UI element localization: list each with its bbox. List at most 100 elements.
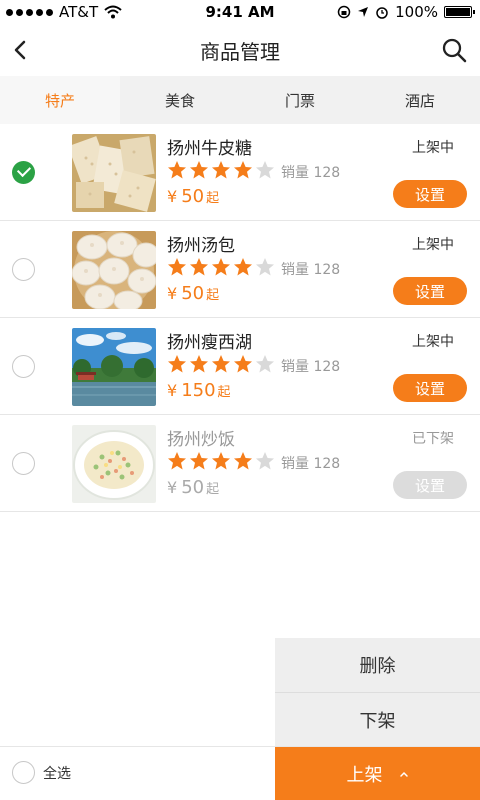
sales-label: 销量	[281, 262, 309, 278]
select-all-checkbox[interactable]	[12, 761, 35, 784]
price-amount: 150	[181, 380, 216, 401]
select-all-toggle[interactable]: 全选	[12, 761, 71, 784]
star-empty-icon	[256, 161, 274, 179]
sales-count: 销量 128	[281, 453, 340, 473]
product-row[interactable]: 扬州汤包 销量 128 ¥ 50 起 上架中 设置	[0, 221, 480, 318]
product-row[interactable]: 扬州炒饭 销量 128 ¥ 50 起 已下架 设置	[0, 415, 480, 512]
product-image	[72, 134, 156, 212]
chevron-left-icon[interactable]	[10, 34, 38, 66]
star-filled-icon	[234, 452, 252, 470]
star-filled-icon	[234, 258, 252, 276]
rating-stars	[167, 354, 275, 374]
price-suffix: 起	[206, 191, 220, 206]
tab-food[interactable]: 美食	[120, 76, 240, 124]
star-filled-icon	[212, 258, 230, 276]
product-image	[72, 328, 156, 406]
location-icon	[358, 7, 369, 17]
star-filled-icon	[168, 452, 186, 470]
price-amount: 50	[181, 186, 205, 207]
rotation-lock-icon	[337, 5, 351, 19]
product-name: 扬州炒饭	[167, 430, 235, 450]
row-checkbox[interactable]	[12, 161, 35, 184]
settings-button[interactable]: 设置	[393, 374, 467, 402]
product-name: 扬州瘦西湖	[167, 333, 252, 353]
product-image	[72, 425, 156, 503]
star-filled-icon	[234, 355, 252, 373]
star-filled-icon	[212, 355, 230, 373]
tab-tickets[interactable]: 门票	[240, 76, 360, 124]
star-filled-icon	[168, 161, 186, 179]
sales-value: 128	[313, 359, 341, 375]
product-price: ¥ 50 起	[167, 186, 219, 207]
alarm-icon	[376, 7, 388, 19]
shelf-status: 上架中	[412, 237, 454, 253]
product-price: ¥ 50 起	[167, 283, 219, 304]
price-suffix: 起	[206, 482, 220, 497]
star-filled-icon	[212, 452, 230, 470]
star-empty-icon	[256, 452, 274, 470]
select-all-label: 全选	[43, 765, 71, 782]
sales-label: 销量	[281, 456, 309, 472]
star-filled-icon	[190, 161, 208, 179]
currency-symbol: ¥	[167, 478, 178, 497]
sales-count: 销量 128	[281, 259, 340, 279]
product-name: 扬州汤包	[167, 236, 235, 256]
tab-hotel[interactable]: 酒店	[360, 76, 480, 124]
row-checkbox[interactable]	[12, 258, 35, 281]
currency-symbol: ¥	[167, 187, 178, 206]
sales-value: 128	[313, 165, 341, 181]
star-filled-icon	[190, 258, 208, 276]
bottom-bar: 全选 上架	[0, 746, 480, 800]
price-amount: 50	[181, 477, 205, 498]
star-filled-icon	[190, 452, 208, 470]
search-icon[interactable]	[440, 36, 468, 64]
price-suffix: 起	[206, 288, 220, 303]
product-price: ¥ 50 起	[167, 477, 219, 498]
currency-symbol: ¥	[167, 284, 178, 303]
product-name: 扬州牛皮糖	[167, 139, 252, 159]
price-amount: 50	[181, 283, 205, 304]
rating-stars	[167, 451, 275, 471]
chevron-up-icon	[399, 771, 408, 777]
star-empty-icon	[256, 258, 274, 276]
delete-button[interactable]: 删除	[275, 638, 480, 692]
shelf-status: 上架中	[412, 140, 454, 156]
settings-button[interactable]: 设置	[393, 180, 467, 208]
sales-label: 销量	[281, 165, 309, 181]
sales-value: 128	[313, 456, 341, 472]
product-image	[72, 231, 156, 309]
tab-specialty[interactable]: 特产	[0, 76, 120, 124]
row-checkbox[interactable]	[12, 452, 35, 475]
product-row[interactable]: 扬州瘦西湖 销量 128 ¥ 150 起 上架中 设置	[0, 318, 480, 415]
nav-bar: 商品管理	[0, 24, 480, 76]
category-tabs: 特产 美食 门票 酒店	[0, 76, 480, 124]
shelve-button-label: 上架	[346, 765, 383, 786]
currency-symbol: ¥	[167, 381, 178, 400]
shelve-button[interactable]: 上架	[275, 747, 480, 800]
unshelve-button[interactable]: 下架	[275, 692, 480, 746]
sales-count: 销量 128	[281, 356, 340, 376]
product-list: 扬州牛皮糖 销量 128 ¥ 50 起 上架中 设置 扬州汤包 销量 128 ¥…	[0, 124, 480, 512]
shelf-status: 已下架	[412, 431, 454, 447]
sales-value: 128	[313, 262, 341, 278]
settings-button[interactable]: 设置	[393, 471, 467, 499]
page-title: 商品管理	[200, 39, 280, 64]
settings-button[interactable]: 设置	[393, 277, 467, 305]
sales-label: 销量	[281, 359, 309, 375]
product-row[interactable]: 扬州牛皮糖 销量 128 ¥ 50 起 上架中 设置	[0, 124, 480, 221]
star-empty-icon	[256, 355, 274, 373]
star-filled-icon	[234, 161, 252, 179]
status-right: 100%	[337, 3, 475, 21]
rating-stars	[167, 257, 275, 277]
sales-count: 销量 128	[281, 162, 340, 182]
star-filled-icon	[212, 161, 230, 179]
star-filled-icon	[168, 355, 186, 373]
row-checkbox[interactable]	[12, 355, 35, 378]
shelf-status: 上架中	[412, 334, 454, 350]
action-popup-menu: 删除 下架	[275, 638, 480, 746]
battery-label: 100%	[395, 3, 438, 21]
star-filled-icon	[168, 258, 186, 276]
product-price: ¥ 150 起	[167, 380, 231, 401]
price-suffix: 起	[217, 385, 231, 400]
status-bar: AT&T 9:41 AM 100%	[0, 0, 480, 24]
